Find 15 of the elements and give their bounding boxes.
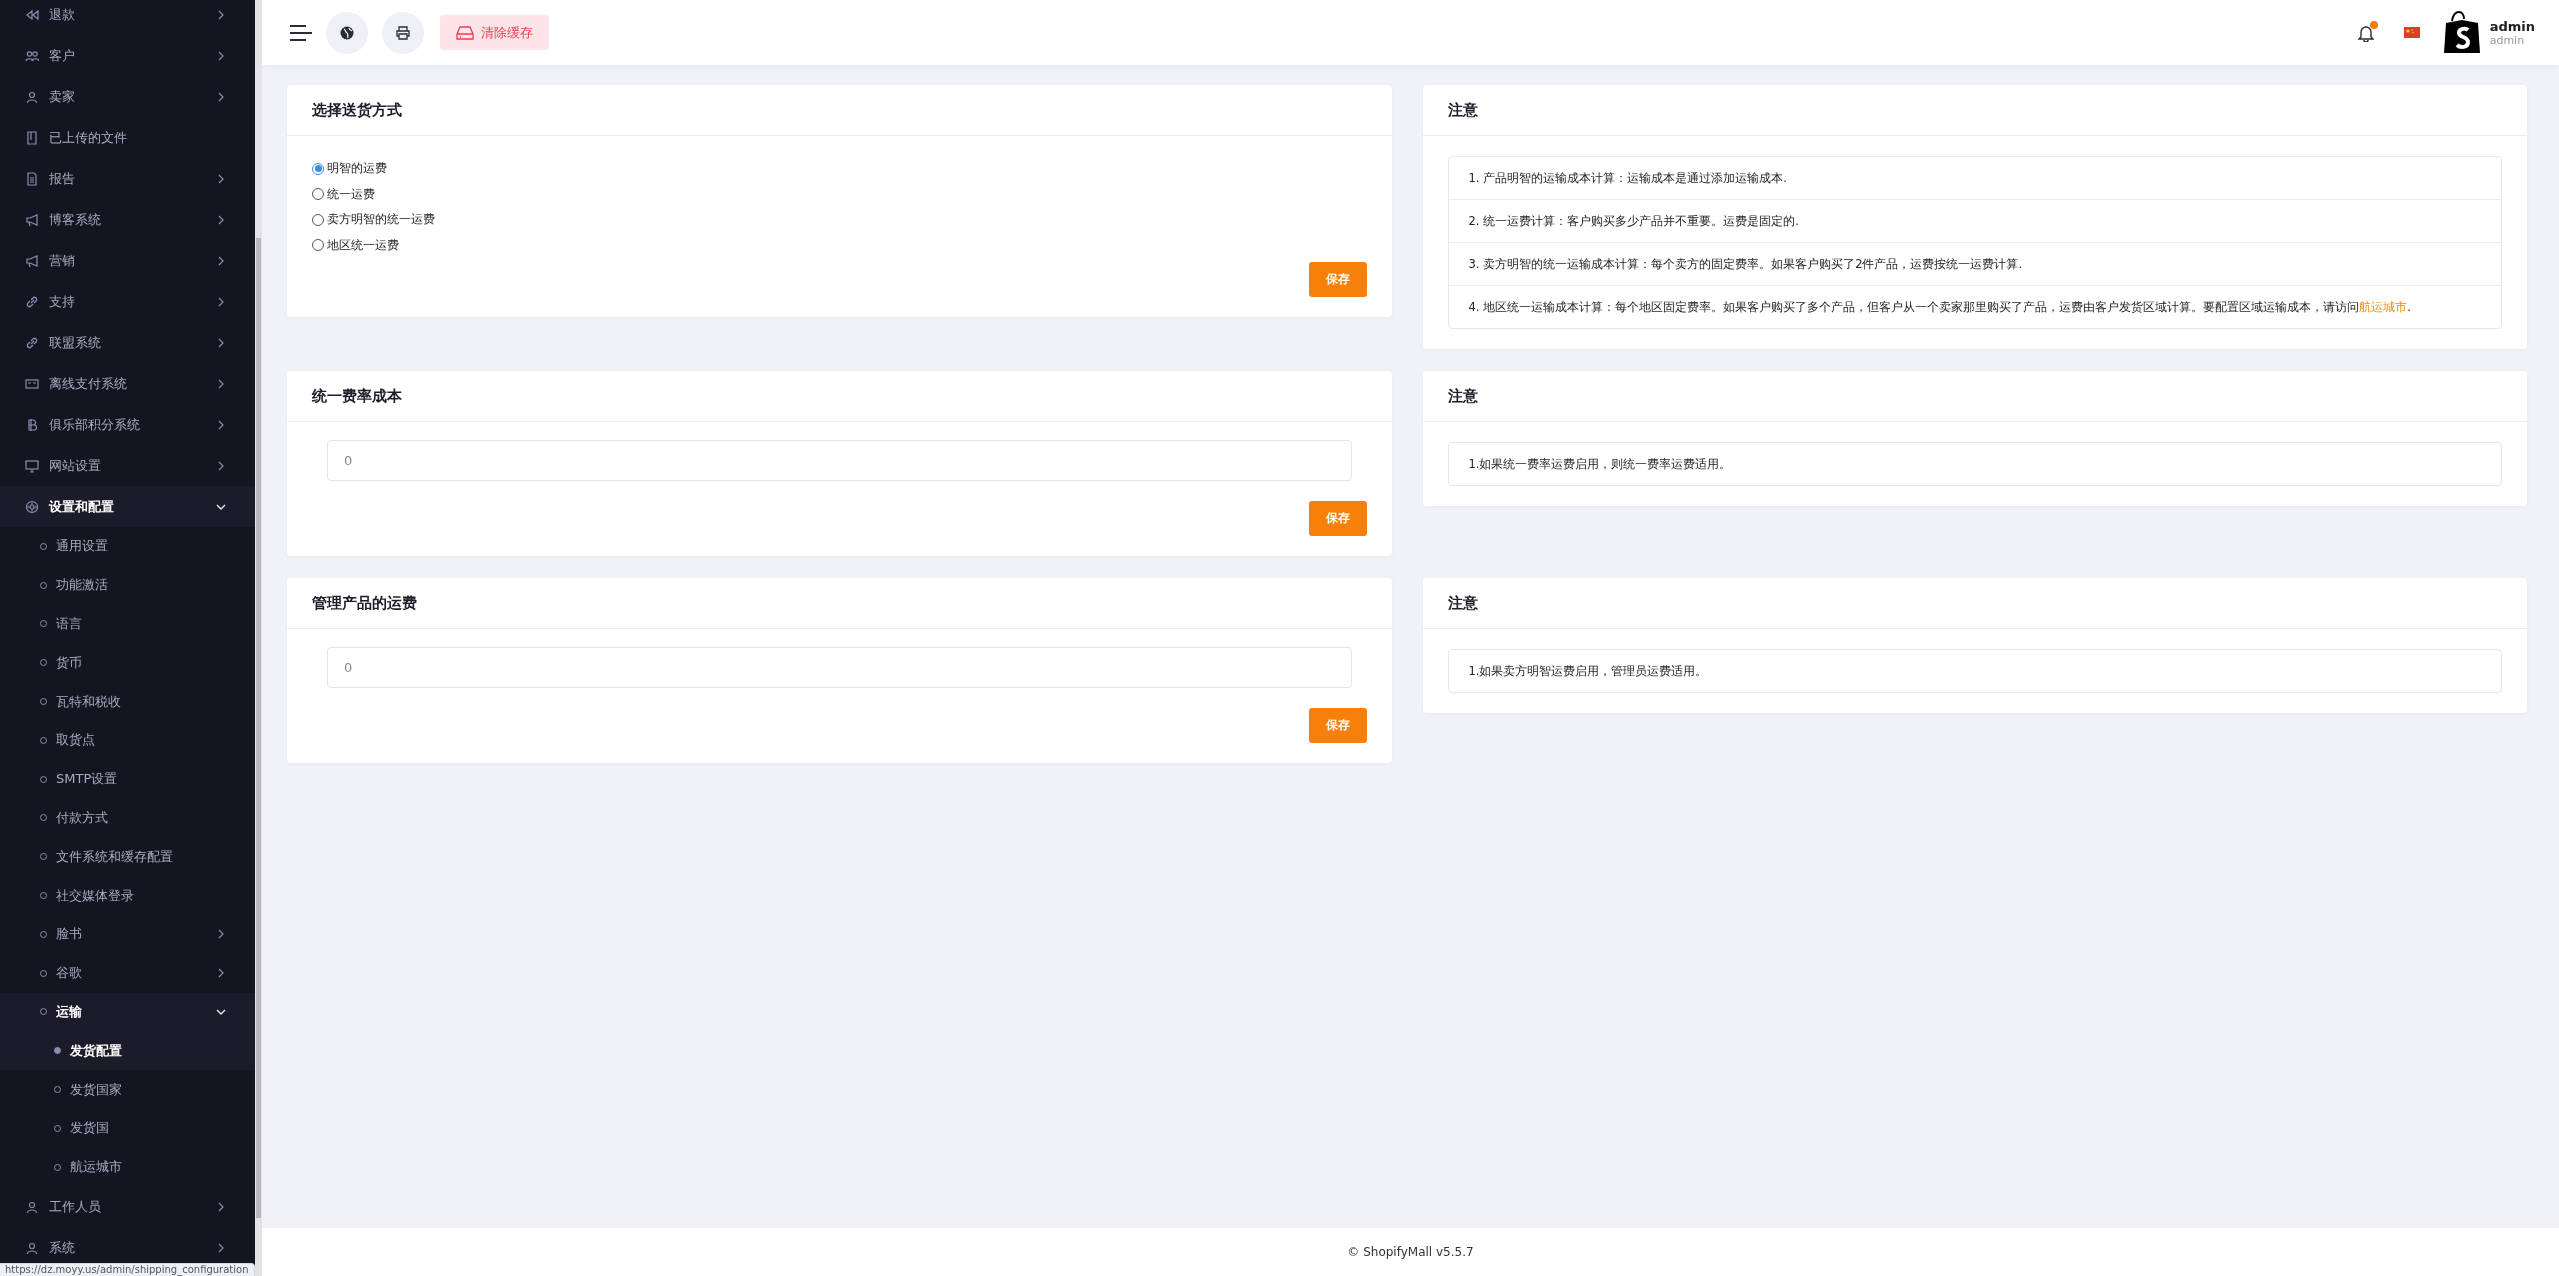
card-title: 管理产品的运费 xyxy=(312,593,417,613)
card-title: 统一费率成本 xyxy=(312,386,402,406)
note-text: 1.如果统一费率运费启用，则统一费率运费适用。 xyxy=(1467,455,1733,473)
url-tooltip: https://dz.moyy.us/admin/shipping_configuration xyxy=(0,1263,255,1276)
note-text: 3. 卖方明智的统一运输成本计算：每个卖方的固定费率。如果客户购买了2件产品，运费按统一运费计算. xyxy=(1448,242,2501,285)
note-text: 4. 地区统一运输成本计算：每个地区固定费率。如果客户购买了多个产品，但客户从一个卖家那里购买了产品，运费由客户发货区域计算。要配置区域运输成本，请访问航运城市. xyxy=(1448,285,2501,328)
card-title: 选择送货方式 xyxy=(312,100,402,120)
note-text: 2. 统一运费计算：客户购买多少产品并不重要。运费是固定的. xyxy=(1448,199,2501,242)
card-title: 注意 xyxy=(1447,386,1478,406)
card-title: 注意 xyxy=(1447,593,1478,613)
footer-text: © ShopifyMall v5.5.7 xyxy=(1347,1245,1474,1259)
note-text: 1. 产品明智的运输成本计算：运输成本是通过添加运输成本. xyxy=(1467,169,1788,187)
user-role: admin xyxy=(2489,33,2526,47)
card-title: 注意 xyxy=(1447,100,1478,120)
note-text: 1.如果卖方明智运费启用，管理员运费适用。 xyxy=(1467,662,1709,680)
